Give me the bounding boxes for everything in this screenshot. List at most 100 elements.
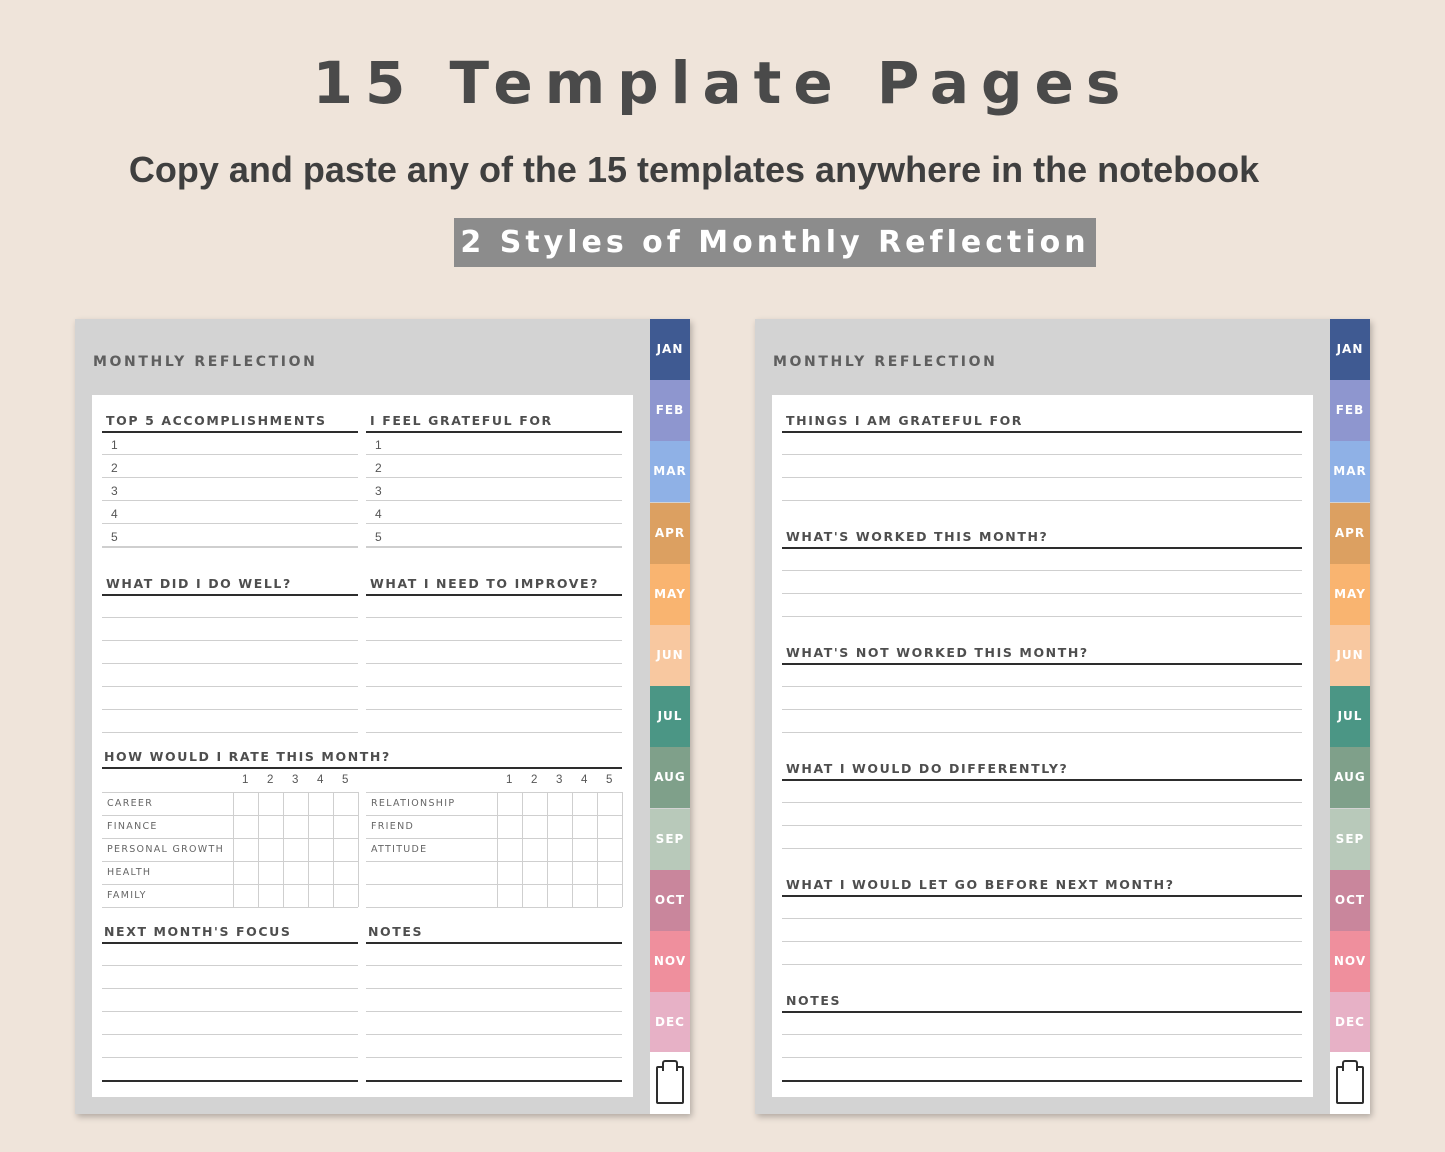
tab-jul[interactable]: JUL xyxy=(1330,686,1370,748)
writing-line[interactable] xyxy=(102,1057,358,1058)
writing-line[interactable] xyxy=(366,1011,622,1012)
writing-line[interactable] xyxy=(102,523,358,524)
rating-cell[interactable] xyxy=(333,838,358,861)
writing-line[interactable] xyxy=(366,907,622,908)
writing-line[interactable] xyxy=(782,477,1302,478)
writing-line[interactable] xyxy=(102,640,358,641)
writing-line[interactable] xyxy=(366,547,622,548)
writing-line[interactable] xyxy=(366,686,622,687)
rating-cell[interactable] xyxy=(547,815,572,838)
rating-cell[interactable] xyxy=(333,815,358,838)
writing-line[interactable] xyxy=(782,616,1302,617)
writing-line[interactable] xyxy=(782,918,1302,919)
rating-cell[interactable] xyxy=(233,792,258,815)
writing-line[interactable] xyxy=(782,454,1302,455)
tab-nov[interactable]: NOV xyxy=(1330,931,1370,992)
writing-line[interactable] xyxy=(366,617,622,618)
writing-line[interactable] xyxy=(366,640,622,641)
tab-oct[interactable]: OCT xyxy=(1330,869,1370,931)
writing-line[interactable] xyxy=(366,477,622,478)
rating-cell[interactable] xyxy=(522,792,547,815)
tab-jun[interactable]: JUN xyxy=(1330,625,1370,686)
writing-line[interactable] xyxy=(102,988,358,989)
writing-line[interactable] xyxy=(782,593,1302,594)
rating-cell[interactable] xyxy=(308,838,333,861)
rating-cell[interactable] xyxy=(572,838,597,861)
rating-cell[interactable] xyxy=(547,884,572,907)
writing-line[interactable] xyxy=(366,1034,622,1035)
rating-cell[interactable] xyxy=(497,838,522,861)
writing-line[interactable] xyxy=(366,709,622,710)
writing-line[interactable] xyxy=(366,965,622,966)
rating-cell[interactable] xyxy=(522,815,547,838)
tab-aug[interactable]: AUG xyxy=(1330,747,1370,809)
rating-cell[interactable] xyxy=(233,884,258,907)
tab-jan[interactable]: JAN xyxy=(1330,319,1370,380)
writing-line[interactable] xyxy=(366,988,622,989)
writing-line[interactable] xyxy=(782,732,1302,733)
writing-line[interactable] xyxy=(782,1057,1302,1058)
rating-cell[interactable] xyxy=(283,884,308,907)
templates-tab[interactable] xyxy=(650,1052,690,1114)
writing-line[interactable] xyxy=(102,709,358,710)
writing-line[interactable] xyxy=(102,686,358,687)
rating-cell[interactable] xyxy=(572,815,597,838)
writing-line[interactable] xyxy=(366,663,622,664)
rating-cell[interactable] xyxy=(522,838,547,861)
writing-line[interactable] xyxy=(102,907,358,908)
rating-cell[interactable] xyxy=(497,884,522,907)
rating-cell[interactable] xyxy=(597,861,622,884)
tab-apr[interactable]: APR xyxy=(650,502,690,564)
writing-line[interactable] xyxy=(102,617,358,618)
rating-cell[interactable] xyxy=(497,815,522,838)
rating-cell[interactable] xyxy=(547,861,572,884)
rating-cell[interactable] xyxy=(547,792,572,815)
writing-line[interactable] xyxy=(102,547,358,548)
rating-cell[interactable] xyxy=(572,861,597,884)
tab-mar[interactable]: MAR xyxy=(650,441,690,503)
tab-apr[interactable]: APR xyxy=(1330,502,1370,564)
writing-line[interactable] xyxy=(102,500,358,501)
tab-mar[interactable]: MAR xyxy=(1330,441,1370,503)
writing-line[interactable] xyxy=(782,802,1302,803)
tab-jul[interactable]: JUL xyxy=(650,686,690,748)
writing-line[interactable] xyxy=(366,732,622,733)
rating-cell[interactable] xyxy=(597,838,622,861)
writing-line[interactable] xyxy=(366,1057,622,1058)
tab-may[interactable]: MAY xyxy=(650,563,690,625)
rating-cell[interactable] xyxy=(258,838,283,861)
tab-feb[interactable]: FEB xyxy=(1330,380,1370,442)
writing-line[interactable] xyxy=(782,686,1302,687)
rating-cell[interactable] xyxy=(572,792,597,815)
rating-cell[interactable] xyxy=(308,861,333,884)
rating-cell[interactable] xyxy=(233,838,258,861)
rating-cell[interactable] xyxy=(497,792,522,815)
writing-line[interactable] xyxy=(782,570,1302,571)
rating-cell[interactable] xyxy=(308,815,333,838)
writing-line[interactable] xyxy=(366,523,622,524)
rating-cell[interactable] xyxy=(597,815,622,838)
rating-cell[interactable] xyxy=(522,861,547,884)
writing-line[interactable] xyxy=(366,500,622,501)
rating-cell[interactable] xyxy=(597,884,622,907)
tab-sep[interactable]: SEP xyxy=(650,808,690,870)
rating-cell[interactable] xyxy=(258,861,283,884)
writing-line[interactable] xyxy=(782,825,1302,826)
writing-line[interactable] xyxy=(366,454,622,455)
rating-cell[interactable] xyxy=(233,815,258,838)
writing-line[interactable] xyxy=(102,454,358,455)
rating-cell[interactable] xyxy=(258,815,283,838)
writing-line[interactable] xyxy=(102,1011,358,1012)
tab-oct[interactable]: OCT xyxy=(650,869,690,931)
writing-line[interactable] xyxy=(782,964,1302,965)
tab-aug[interactable]: AUG xyxy=(650,747,690,809)
writing-line[interactable] xyxy=(782,848,1302,849)
tab-dec[interactable]: DEC xyxy=(650,992,690,1054)
rating-cell[interactable] xyxy=(258,792,283,815)
tab-nov[interactable]: NOV xyxy=(650,931,690,992)
rating-cell[interactable] xyxy=(308,792,333,815)
writing-line[interactable] xyxy=(782,500,1302,501)
rating-cell[interactable] xyxy=(283,792,308,815)
rating-cell[interactable] xyxy=(283,838,308,861)
tab-jan[interactable]: JAN xyxy=(650,319,690,380)
